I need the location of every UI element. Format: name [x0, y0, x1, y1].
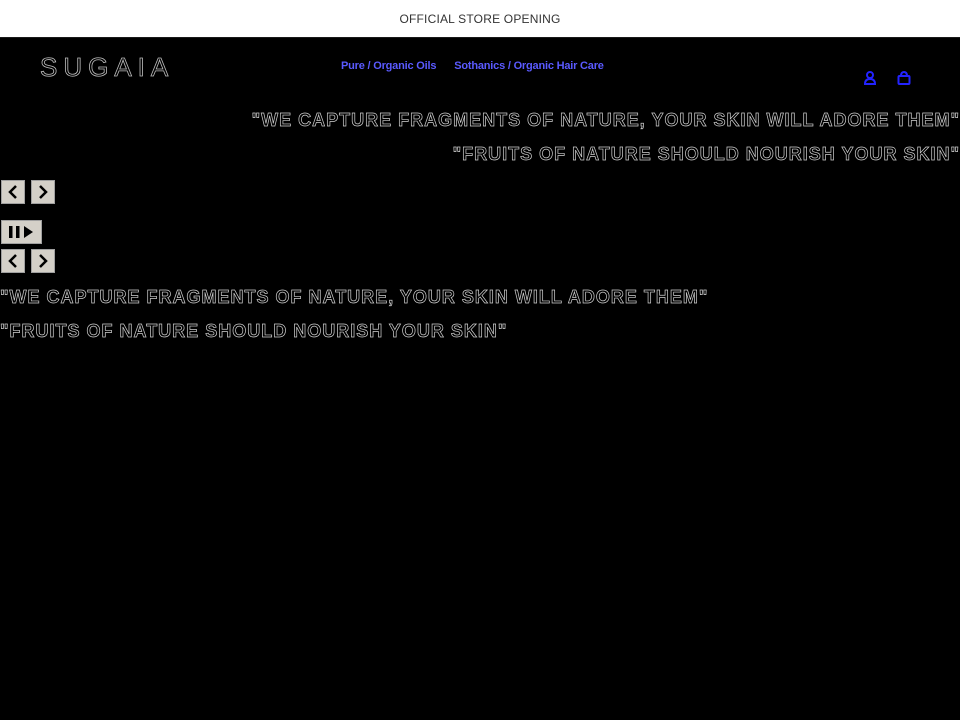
announcement-bar: OFFICIAL STORE OPENING — [0, 0, 960, 38]
slideshow-next-button-2[interactable] — [31, 249, 55, 273]
chevron-left-icon — [8, 254, 17, 268]
logo[interactable]: SUGAIA — [40, 52, 174, 83]
site-header: SUGAIA Pure / Organic Oils Sothanics / O… — [0, 38, 960, 100]
chevron-right-icon — [39, 254, 48, 268]
slideshow-prev-button[interactable] — [1, 180, 25, 204]
account-icon[interactable] — [862, 70, 878, 86]
main-nav: Pure / Organic Oils Sothanics / Organic … — [341, 60, 604, 72]
slideshow-pause-play-button[interactable] — [1, 220, 42, 244]
chevron-left-icon — [8, 185, 17, 199]
slide-text-1: "WE CAPTURE FRAGMENTS OF NATURE, YOUR SK… — [251, 110, 960, 131]
slide-text-3: "WE CAPTURE FRAGMENTS OF NATURE, YOUR SK… — [0, 287, 709, 308]
announcement-text: OFFICIAL STORE OPENING — [399, 11, 561, 26]
pause-play-icon — [8, 226, 33, 238]
nav-link-sothanics-hair-care[interactable]: Sothanics / Organic Hair Care — [454, 60, 604, 72]
slideshow-next-button[interactable] — [31, 180, 55, 204]
chevron-right-icon — [39, 185, 48, 199]
slideshow-prev-button-2[interactable] — [1, 249, 25, 273]
cart-icon[interactable] — [896, 70, 912, 86]
nav-link-pure-organic-oils[interactable]: Pure / Organic Oils — [341, 60, 436, 72]
slide-text-2: "FRUITS OF NATURE SHOULD NOURISH YOUR SK… — [452, 144, 960, 165]
slide-text-4: "FRUITS OF NATURE SHOULD NOURISH YOUR SK… — [0, 321, 508, 342]
header-icons — [862, 70, 912, 86]
